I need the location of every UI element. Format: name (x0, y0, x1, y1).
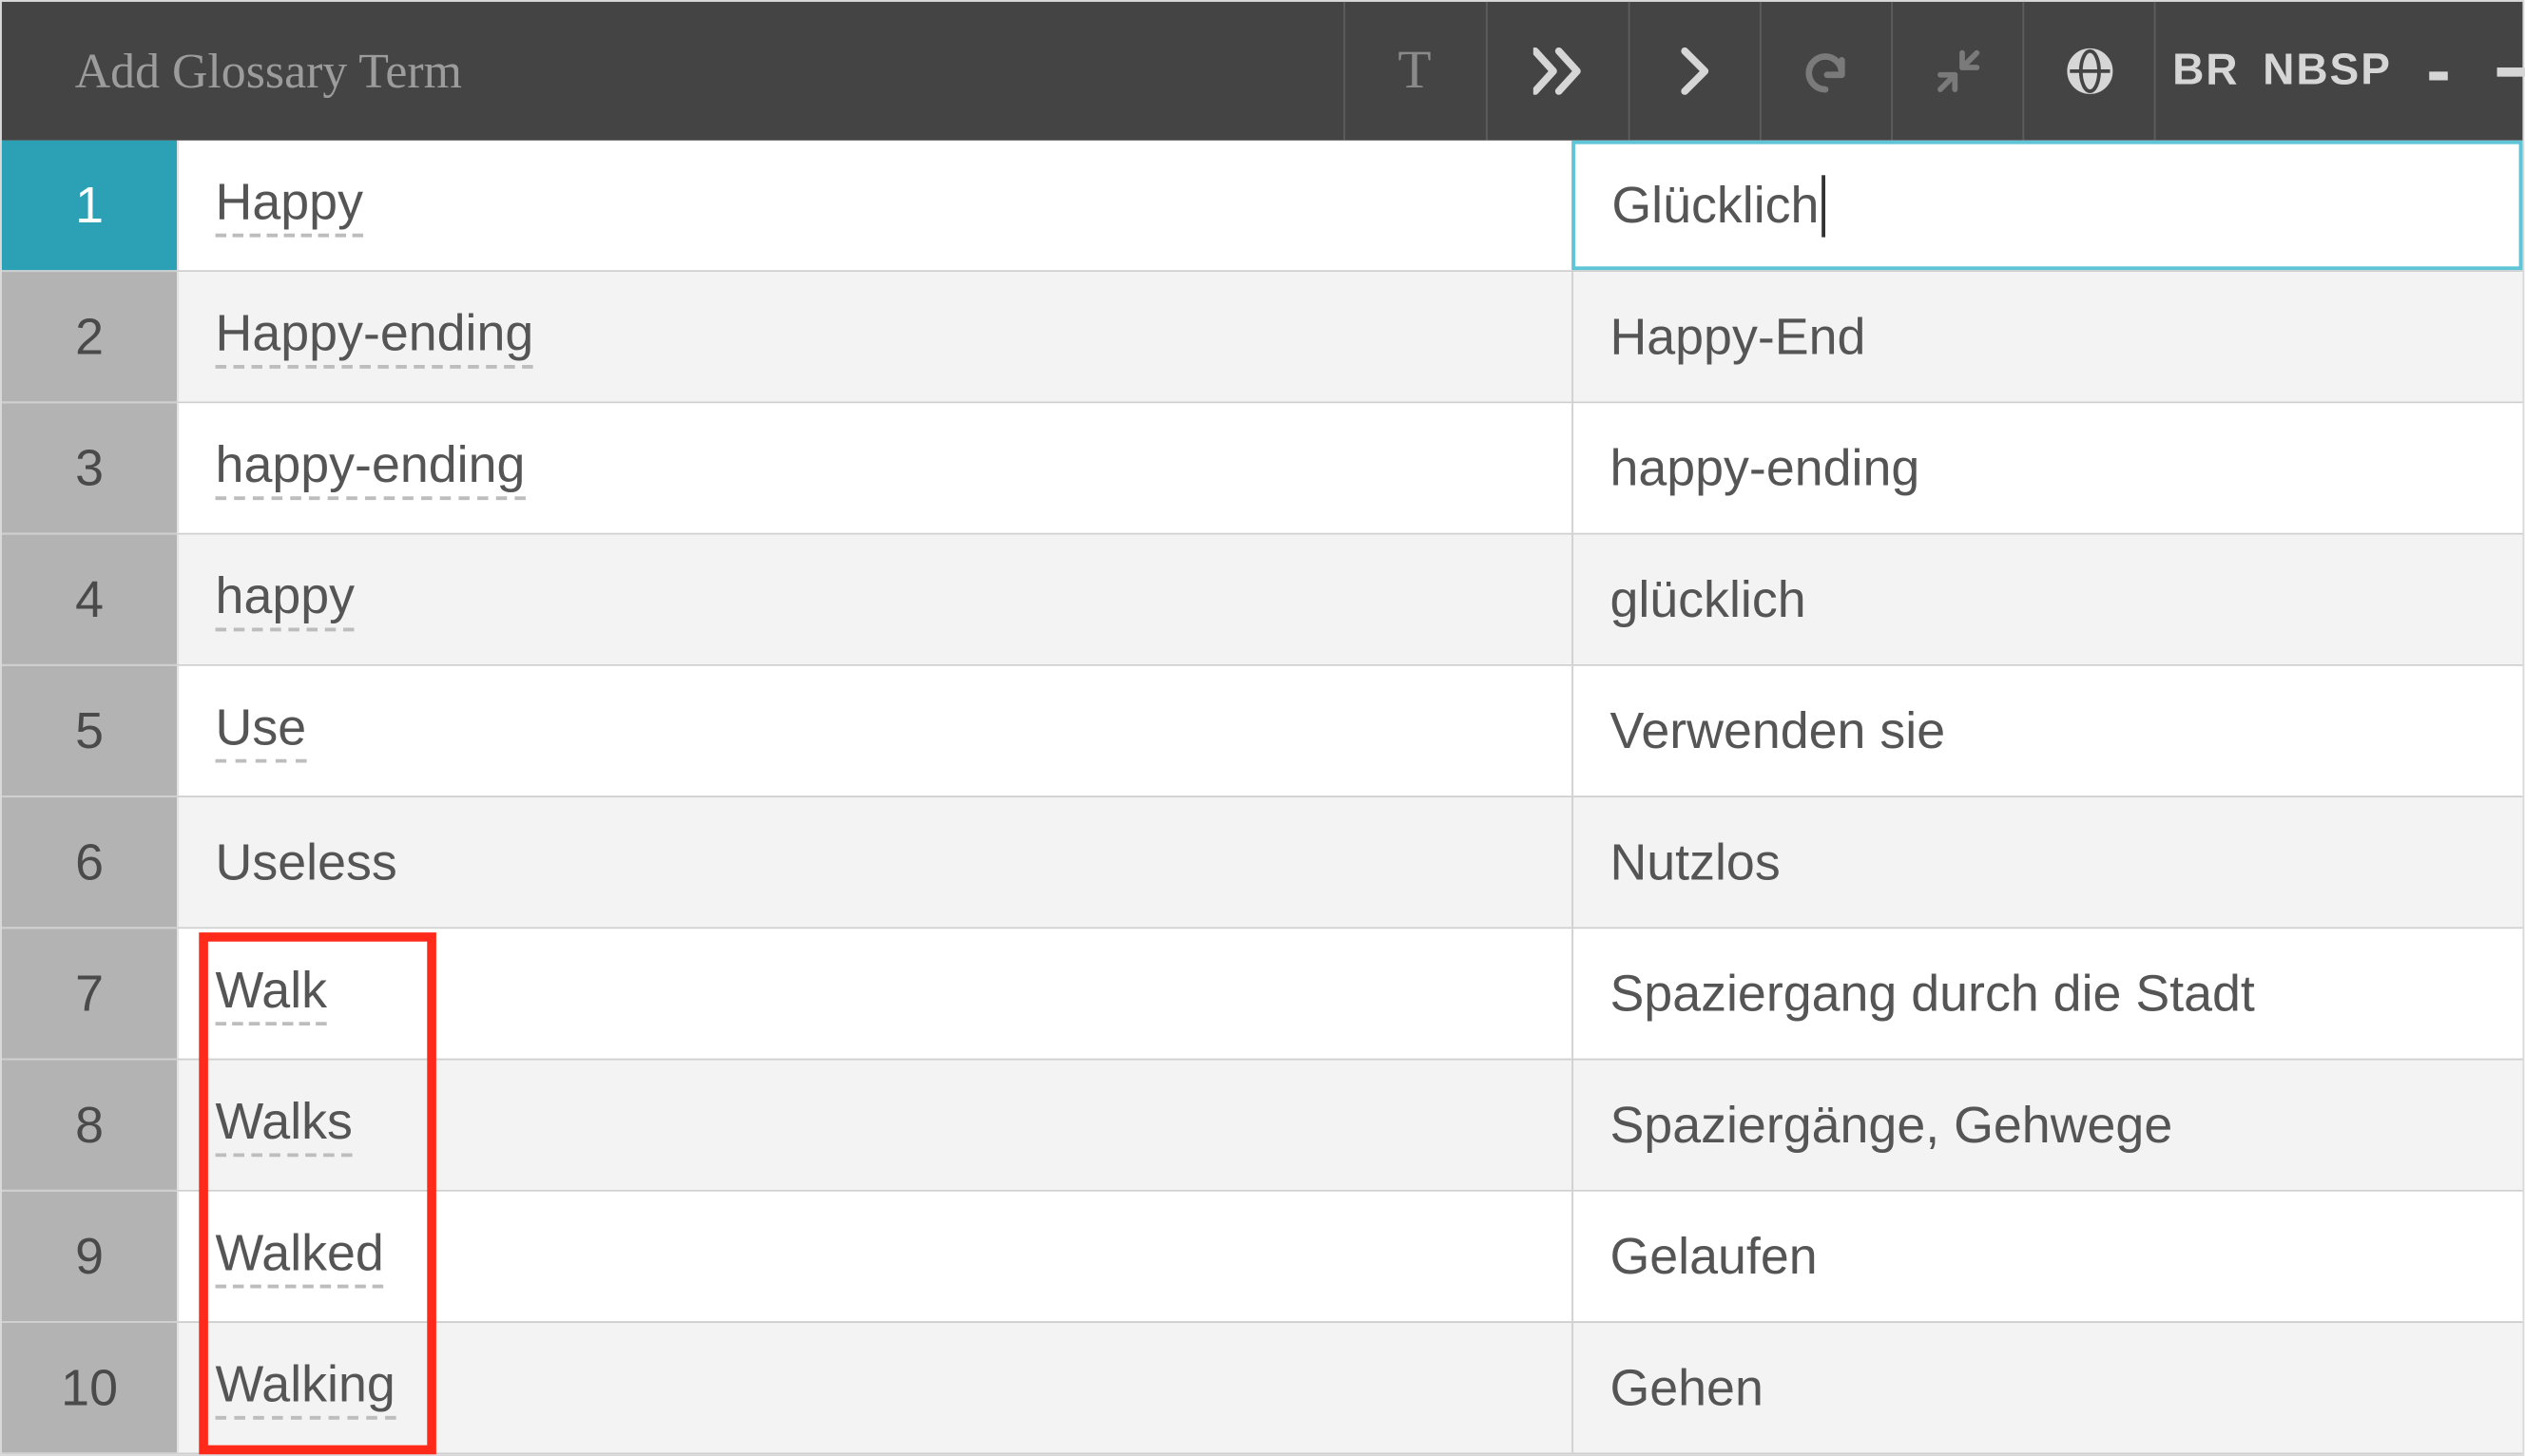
glossary-row[interactable]: 1 Happy Glücklich (2, 141, 2523, 272)
emdash-button[interactable] (2478, 2, 2525, 141)
target-text: Happy-End (1609, 308, 1865, 366)
source-cell[interactable]: Walking (177, 1323, 1571, 1452)
br-label: BR (2172, 46, 2239, 97)
source-text: Walked (216, 1224, 384, 1288)
target-text: Glücklich (1611, 176, 1819, 234)
target-cell[interactable]: happy-ending (1571, 403, 2522, 532)
row-number-cell[interactable]: 3 (2, 403, 177, 532)
target-cell[interactable]: Nutzlos (1571, 797, 2522, 927)
glossary-row[interactable]: 7 Walk Spaziergang durch die Stadt (2, 929, 2523, 1060)
undo-icon (1801, 49, 1852, 93)
source-cell[interactable]: Happy-ending (177, 272, 1571, 401)
target-text: Nutzlos (1609, 833, 1780, 891)
row-number-cell[interactable]: 7 (2, 929, 177, 1058)
source-text: Happy (216, 173, 363, 237)
target-cell[interactable]: Spaziergang durch die Stadt (1571, 929, 2522, 1058)
target-text: Spaziergänge, Gehwege (1609, 1096, 2172, 1154)
glossary-row[interactable]: 2 Happy-ending Happy-End (2, 272, 2523, 403)
source-cell[interactable]: Useless (177, 797, 1571, 927)
source-cell[interactable]: Happy (177, 141, 1571, 270)
add-glossary-term-button[interactable]: Add Glossary Term (2, 2, 1343, 141)
emdash-icon (2497, 67, 2525, 76)
target-text: glücklich (1609, 570, 1805, 628)
target-text: happy-ending (1609, 439, 1919, 497)
target-text: Gelaufen (1609, 1227, 1817, 1285)
add-glossary-term-label: Add Glossary Term (75, 43, 462, 100)
target-text: Spaziergang durch die Stadt (1609, 965, 2254, 1023)
source-text: Walking (216, 1356, 395, 1420)
row-number-cell[interactable]: 8 (2, 1061, 177, 1190)
glossary-row[interactable]: 10 Walking Gehen (2, 1323, 2523, 1454)
glossary-row[interactable]: 8 Walks Spaziergänge, Gehwege (2, 1061, 2523, 1192)
glossary-grid: 1 Happy Glücklich 2 Happy-ending Happy-End 3 ha… (2, 141, 2523, 1454)
target-cell[interactable]: Spaziergänge, Gehwege (1571, 1061, 2522, 1190)
chevron-right-icon (1678, 48, 1711, 95)
source-text: Happy-ending (216, 305, 534, 369)
nbsp-label: NBSP (2263, 46, 2392, 97)
text-caret (1821, 174, 1824, 236)
target-cell[interactable]: Happy-End (1571, 272, 2522, 401)
row-number-cell[interactable]: 6 (2, 797, 177, 927)
source-cell[interactable]: Walk (177, 929, 1571, 1058)
text-format-button[interactable]: T (1343, 2, 1486, 141)
br-button[interactable]: BR (2154, 2, 2257, 141)
row-number-cell[interactable]: 4 (2, 535, 177, 664)
source-cell[interactable]: Use (177, 666, 1571, 795)
double-chevron-right-icon (1532, 48, 1584, 95)
source-cell[interactable]: Walked (177, 1192, 1571, 1321)
glossary-row[interactable]: 5 Use Verwenden sie (2, 666, 2523, 797)
collapse-button[interactable] (1891, 2, 2022, 141)
target-text: Verwenden sie (1609, 701, 1945, 759)
source-cell[interactable]: happy-ending (177, 403, 1571, 532)
nbsp-button[interactable]: NBSP (2256, 2, 2399, 141)
target-text: Gehen (1609, 1358, 1763, 1416)
globe-icon (2065, 48, 2112, 95)
source-cell[interactable]: Walks (177, 1061, 1571, 1190)
glossary-panel: Add Glossary Term T (0, 0, 2524, 1456)
row-number-cell[interactable]: 5 (2, 666, 177, 795)
target-cell[interactable]: Gelaufen (1571, 1192, 2522, 1321)
source-text: Walks (216, 1093, 353, 1157)
text-format-icon: T (1397, 40, 1433, 102)
hyphen-label: - (2426, 30, 2451, 112)
glossary-row[interactable]: 9 Walked Gelaufen (2, 1192, 2523, 1323)
row-number-cell[interactable]: 10 (2, 1323, 177, 1452)
source-cell[interactable]: happy (177, 535, 1571, 664)
source-text: happy (216, 567, 355, 631)
target-cell[interactable]: Glücklich (1571, 141, 2522, 270)
next-button[interactable] (1629, 2, 1760, 141)
target-cell[interactable]: Verwenden sie (1571, 666, 2522, 795)
undo-button[interactable] (1760, 2, 1891, 141)
target-cell[interactable]: glücklich (1571, 535, 2522, 664)
collapse-icon (1936, 49, 1979, 93)
glossary-row[interactable]: 3 happy-ending happy-ending (2, 403, 2523, 534)
source-text: Use (216, 699, 307, 762)
source-text: Walk (216, 962, 327, 1025)
glossary-row[interactable]: 4 happy glücklich (2, 535, 2523, 666)
hyphen-button[interactable]: - (2399, 2, 2478, 141)
row-number-cell[interactable]: 1 (2, 141, 177, 270)
toolbar: Add Glossary Term T (2, 2, 2523, 141)
target-cell[interactable]: Gehen (1571, 1323, 2522, 1452)
glossary-row[interactable]: 6 Useless Nutzlos (2, 797, 2523, 929)
source-text: Useless (216, 833, 397, 891)
source-text: happy-ending (216, 436, 526, 500)
globe-button[interactable] (2022, 2, 2153, 141)
row-number-cell[interactable]: 2 (2, 272, 177, 401)
fast-forward-button[interactable] (1486, 2, 1629, 141)
row-number-cell[interactable]: 9 (2, 1192, 177, 1321)
